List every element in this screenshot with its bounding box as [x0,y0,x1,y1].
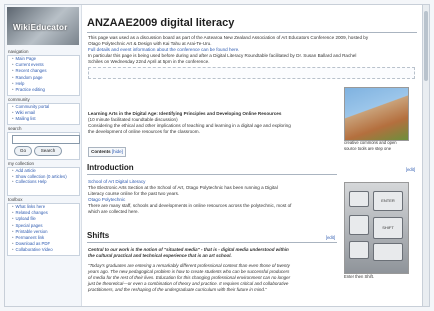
keyboard-photo[interactable]: ENTER SHIFT [344,182,409,274]
photo2-caption: Enter then Shift. [344,274,375,279]
collection-heading: my collection [8,161,35,166]
main-content: ANZAAE2009 digital literacy This page wa… [85,7,421,306]
note-box [88,67,415,79]
title-rule [87,32,417,33]
sidebar: WikiEducator navigation Main Page Curren… [5,5,82,306]
community-heading: community [8,97,30,102]
go-button[interactable]: Go [14,146,32,156]
toolbox-heading: toolbox [8,197,23,202]
introduction-heading: Introduction [87,163,134,172]
sidebar-item-collaborative-video[interactable]: Collaborative Video [8,247,79,253]
intro-line-4: Schiles on Wednesday 22nd April at 5pm i… [88,59,210,64]
shifts-body-5: practitioners, and the reshaping of the … [88,287,267,292]
community-box: Community portal Wiki email Mailing list [7,103,80,125]
page-title: ANZAAE2009 digital literacy [87,17,235,29]
key-blank-4 [373,243,403,261]
shifts-edit-link[interactable]: [edit] [326,235,335,240]
site-logo[interactable]: WikiEducator [7,7,79,45]
sidebar-item-collections-help[interactable]: Collections Help [8,179,79,185]
shifts-rule [87,242,337,243]
key-blank-2 [349,215,369,235]
shifts-body-3: of media for the rest of their lives. Ed… [88,275,291,280]
browser-page: WikiEducator navigation Main Page Curren… [4,4,430,307]
contents-toggle[interactable]: [hide] [112,149,123,154]
contents-label: Contents [91,149,111,154]
shifts-body-1: "Today's graduates are entering a remark… [88,263,290,268]
scrollbar[interactable] [422,5,429,306]
shifts-body-2: years ago. The new pedagogical problem i… [88,269,290,274]
shifts-quote-2: the cultural practical and technical exp… [88,253,232,258]
key-blank-3 [349,241,369,259]
session-desc-2: the development of online resources for … [88,129,200,134]
search-heading: search [8,126,22,131]
table-of-contents[interactable]: Contents [hide] [88,147,126,157]
scrollbar-thumb[interactable] [424,11,428,81]
search-box-panel: Go Search [7,132,80,160]
key-shift: SHIFT [373,217,403,239]
introduction-rule [87,174,337,175]
navigation-heading: navigation [8,49,29,54]
sidebar-item-mailing-list[interactable]: Mailing list [8,116,79,122]
logo-text: WikiEducator [13,23,68,32]
toolbox-box: What links here Related changes Upload f… [7,203,80,256]
shifts-body-4: just be theoretical—or even a combinatio… [88,281,289,286]
intro-body-4: which are collected here. [88,209,139,214]
search-button[interactable]: Search [34,146,62,156]
photo1-caption: creative commons and open source tools a… [344,140,397,151]
shifts-heading: Shifts [87,231,110,240]
laptop-photo[interactable] [344,87,409,141]
sidebar-item-practice-editing[interactable]: Practice editing [8,87,79,93]
search-input[interactable] [12,135,80,144]
navigation-box: Main Page Current events Recent changes … [7,55,80,96]
key-enter: ENTER [373,191,403,211]
introduction-edit-link[interactable]: [edit] [406,167,415,172]
shifts-quote-1: Central to our work is the notion of "si… [88,247,289,252]
key-blank-1 [349,191,369,207]
collection-box: Add article Show collection (0 articles)… [7,167,80,196]
